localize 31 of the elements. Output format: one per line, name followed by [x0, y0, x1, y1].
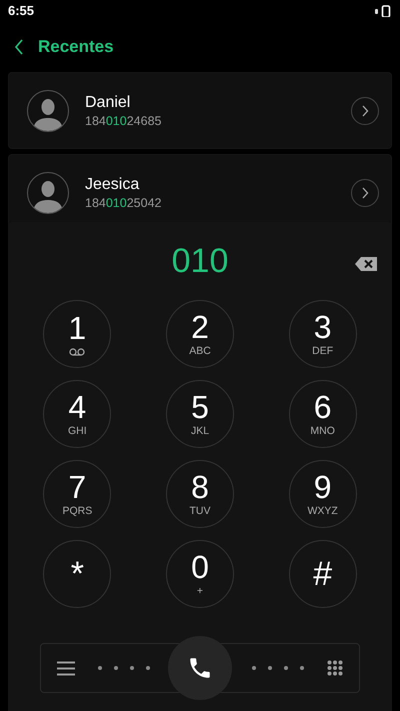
avatar-icon	[27, 90, 69, 132]
dial-key[interactable]: 0 +	[166, 540, 234, 608]
back-icon[interactable]	[14, 39, 24, 55]
header-title: Recentes	[38, 36, 114, 58]
phone-number: 18401025042	[85, 194, 162, 210]
dial-key[interactable]: 9 WXYZ	[288, 460, 357, 528]
contact-name: Jeesica	[85, 174, 140, 194]
dial-key[interactable]: 5 JKL	[166, 380, 234, 448]
dial-key[interactable]: #	[288, 540, 357, 608]
dial-key[interactable]: 2 ABC	[166, 300, 234, 368]
battery-icon	[374, 5, 392, 17]
contact-card[interactable]: Daniel 18401024685	[8, 72, 392, 149]
voicemail-icon	[69, 348, 86, 356]
dial-key[interactable]: 6 MNO	[288, 380, 357, 448]
dial-key[interactable]: 7 PQRS	[43, 460, 112, 528]
phone-number: 18401024685	[85, 112, 162, 128]
dial-key[interactable]: 4 GHI	[43, 380, 112, 448]
chevron-icon	[361, 104, 369, 116]
contact-name: Daniel	[85, 92, 132, 112]
dialed-number: 010	[172, 240, 228, 282]
dial-key[interactable]: 3 DEF	[288, 300, 357, 368]
details-button[interactable]	[351, 178, 379, 206]
details-button[interactable]	[351, 96, 379, 124]
avatar-icon	[27, 172, 69, 214]
keypad-icon[interactable]	[327, 660, 343, 676]
dial-key[interactable]: *	[43, 540, 112, 608]
status-time: 6:55	[8, 2, 34, 20]
menu-icon[interactable]	[57, 660, 75, 676]
dial-key[interactable]: 8 TUV	[166, 460, 234, 528]
chevron-icon	[361, 186, 369, 198]
dial-key[interactable]: 1	[43, 300, 112, 368]
